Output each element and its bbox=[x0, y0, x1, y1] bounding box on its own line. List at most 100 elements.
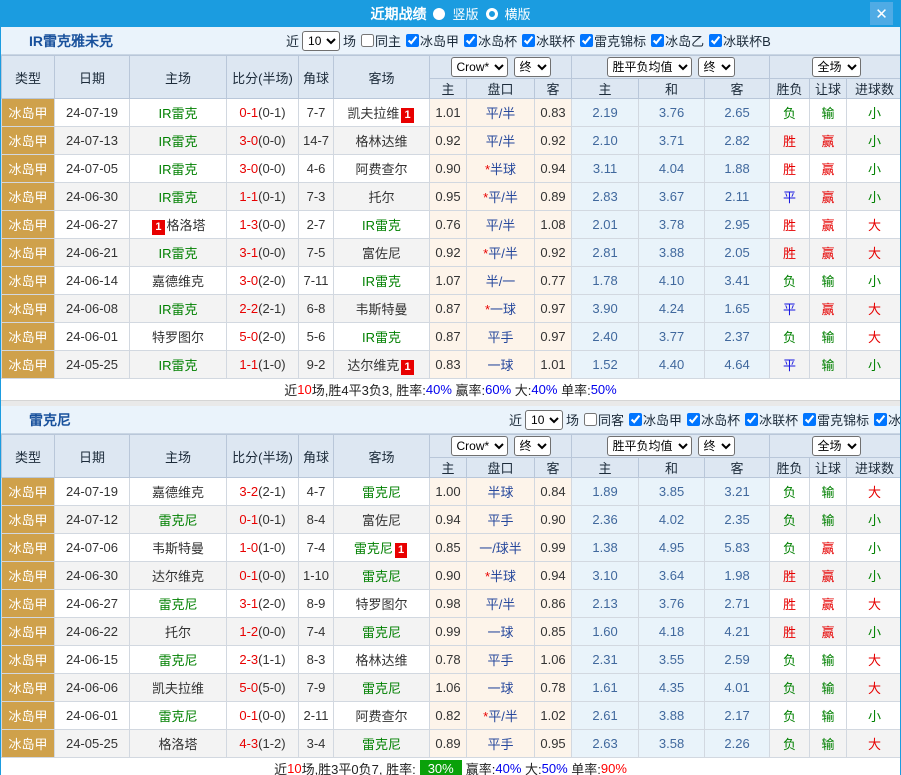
away-team-cell: 托尔 bbox=[334, 183, 430, 211]
league-checkbox[interactable] bbox=[687, 413, 700, 426]
corner-count: 2-11 bbox=[303, 708, 328, 723]
corner-cell: 7-4 bbox=[299, 534, 334, 562]
league-checkbox[interactable] bbox=[709, 34, 722, 47]
league-filter[interactable]: 冰岛超 bbox=[869, 410, 901, 429]
league-filter[interactable]: 冰岛甲 bbox=[624, 410, 682, 429]
league-filter[interactable]: 冰岛杯 bbox=[682, 410, 740, 429]
away-odds-cell: 0.94 bbox=[535, 562, 572, 590]
summary-part: 单率: bbox=[568, 759, 601, 775]
same-venue-filter[interactable]: 同主 bbox=[356, 31, 401, 50]
match-row: 冰岛甲24-07-06韦斯特曼1-0(1-0)7-4雷克尼10.85一/球半0.… bbox=[2, 534, 901, 562]
handicap-result: 赢 bbox=[822, 541, 835, 556]
avg-away: 2.82 bbox=[724, 133, 749, 148]
avg-time-select[interactable]: 终 bbox=[698, 57, 735, 77]
avg-home-cell: 2.61 bbox=[572, 702, 639, 730]
league-type: 冰岛甲 bbox=[8, 190, 47, 205]
league-label: 冰岛杯 bbox=[701, 410, 740, 429]
handicap-result: 输 bbox=[822, 513, 835, 528]
handicap-result-cell: 赢 bbox=[810, 211, 847, 239]
handicap-line: 平手 bbox=[487, 513, 513, 528]
league-checkbox[interactable] bbox=[803, 413, 816, 426]
league-checkbox[interactable] bbox=[580, 34, 593, 47]
scope-select[interactable]: 全场 bbox=[812, 436, 861, 456]
league-filter[interactable]: 雷克锦标 bbox=[575, 31, 646, 50]
scope-select[interactable]: 全场 bbox=[812, 57, 861, 77]
sub-header-goals: 进球数 bbox=[847, 458, 901, 478]
home-odds: 1.07 bbox=[435, 273, 460, 288]
home-team-cell: 雷克尼 bbox=[130, 646, 227, 674]
fulltime-score: 1-2 bbox=[239, 624, 258, 639]
handicap-line: 平/半 bbox=[488, 246, 518, 261]
score-cell: 5-0(5-0) bbox=[227, 674, 299, 702]
avg-draw-cell: 3.55 bbox=[639, 646, 705, 674]
handicap-result-cell: 赢 bbox=[810, 295, 847, 323]
odds-company-select[interactable]: Crow* bbox=[451, 57, 508, 77]
same-venue-filter[interactable]: 同客 bbox=[579, 410, 624, 429]
sub-header-avg-draw: 和 bbox=[639, 458, 705, 478]
summary-part: 10 bbox=[297, 382, 311, 397]
away-odds: 0.97 bbox=[540, 329, 565, 344]
away-odds-cell: 0.77 bbox=[535, 267, 572, 295]
league-filter[interactable]: 冰岛杯 bbox=[459, 31, 517, 50]
vertical-layout-radio[interactable] bbox=[433, 8, 445, 20]
corner-cell: 4-6 bbox=[299, 155, 334, 183]
goals-result: 大 bbox=[868, 653, 881, 668]
sub-header-avg-draw: 和 bbox=[639, 79, 705, 99]
handicap-cell: 一球 bbox=[467, 618, 535, 646]
close-button[interactable]: ✕ bbox=[870, 2, 893, 25]
home-team-cell: IR雷克 bbox=[130, 99, 227, 127]
league-checkbox[interactable] bbox=[406, 34, 419, 47]
league-filter[interactable]: 冰联杯 bbox=[740, 410, 798, 429]
goals-result-cell: 小 bbox=[847, 506, 901, 534]
team-name: IR雷克 bbox=[158, 358, 197, 373]
corner-cell: 8-4 bbox=[299, 506, 334, 534]
match-count-select[interactable]: 10 bbox=[525, 410, 563, 430]
odds-company-select[interactable]: Crow* bbox=[451, 436, 508, 456]
league-filter[interactable]: 冰联杯 bbox=[517, 31, 575, 50]
avg-draw-cell: 3.77 bbox=[639, 323, 705, 351]
summary-part: 近 bbox=[274, 759, 287, 775]
match-count-select[interactable]: 10 bbox=[302, 31, 340, 51]
odds-time-select[interactable]: 终 bbox=[514, 436, 551, 456]
result-cell: 负 bbox=[770, 478, 810, 506]
avg-away-cell: 2.11 bbox=[705, 183, 770, 211]
avg-type-select[interactable]: 胜平负均值 bbox=[607, 436, 692, 456]
match-row: 冰岛甲24-06-30达尔维克0-1(0-0)1-10雷克尼0.90*半球0.9… bbox=[2, 562, 901, 590]
team-name: 韦斯特曼 bbox=[152, 541, 204, 556]
team-name: 雷克尼 bbox=[354, 541, 393, 556]
same-venue-checkbox[interactable] bbox=[584, 413, 597, 426]
league-filter[interactable]: 冰岛乙 bbox=[646, 31, 704, 50]
avg-time-select[interactable]: 终 bbox=[698, 436, 735, 456]
avg-away-cell: 1.65 bbox=[705, 295, 770, 323]
horizontal-layout-radio[interactable] bbox=[486, 8, 498, 20]
league-checkbox[interactable] bbox=[464, 34, 477, 47]
odds-time-select[interactable]: 终 bbox=[514, 57, 551, 77]
date-cell: 24-07-06 bbox=[55, 534, 130, 562]
handicap-line: 平/半 bbox=[486, 134, 516, 149]
team-name: 特罗图尔 bbox=[355, 597, 407, 612]
result-cell: 负 bbox=[770, 646, 810, 674]
league-checkbox[interactable] bbox=[874, 413, 887, 426]
corner-count: 1-10 bbox=[303, 568, 329, 583]
league-filter[interactable]: 冰联杯B bbox=[704, 31, 771, 50]
league-checkbox[interactable] bbox=[629, 413, 642, 426]
match-row: 冰岛甲24-05-25格洛塔4-3(1-2)3-4雷克尼0.89平手0.952.… bbox=[2, 730, 901, 758]
league-type-cell: 冰岛甲 bbox=[2, 730, 55, 758]
league-filter[interactable]: 雷克锦标 bbox=[798, 410, 869, 429]
league-checkbox[interactable] bbox=[522, 34, 535, 47]
match-date: 24-06-14 bbox=[66, 273, 118, 288]
same-venue-checkbox[interactable] bbox=[361, 34, 374, 47]
team-name: 特罗图尔 bbox=[152, 330, 204, 345]
goals-result-cell: 大 bbox=[847, 674, 901, 702]
score-cell: 3-2(2-1) bbox=[227, 478, 299, 506]
league-checkbox[interactable] bbox=[651, 34, 664, 47]
home-odds-cell: 0.95 bbox=[430, 183, 467, 211]
league-filter[interactable]: 冰岛甲 bbox=[401, 31, 459, 50]
corner-cell: 7-4 bbox=[299, 618, 334, 646]
league-type: 冰岛甲 bbox=[8, 274, 47, 289]
league-checkbox[interactable] bbox=[745, 413, 758, 426]
avg-type-select[interactable]: 胜平负均值 bbox=[607, 57, 692, 77]
goals-result-cell: 大 bbox=[847, 478, 901, 506]
away-team-cell: 凯夫拉维1 bbox=[334, 99, 430, 127]
sub-header-avg-away: 客 bbox=[705, 458, 770, 478]
